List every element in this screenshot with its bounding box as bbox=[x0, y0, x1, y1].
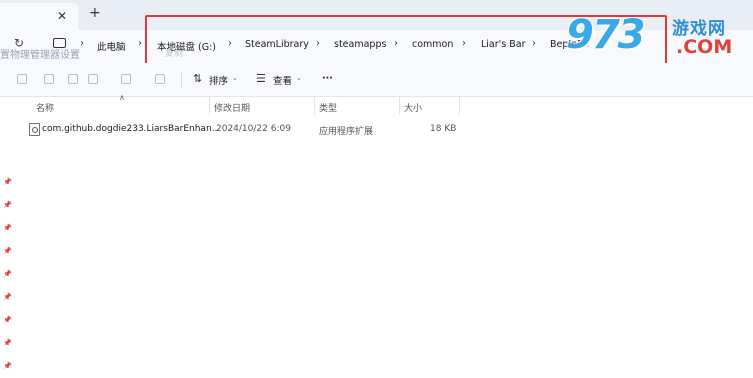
column-divider[interactable] bbox=[399, 97, 400, 115]
site-watermark: 973 游戏网 .COM bbox=[566, 12, 746, 70]
dll-file-icon bbox=[29, 123, 40, 136]
watermark-number: 973 bbox=[566, 12, 645, 58]
more-options-button[interactable]: ··· bbox=[322, 73, 333, 84]
breadcrumb-this-pc[interactable]: 此电脑 bbox=[97, 39, 126, 53]
delete-icon[interactable] bbox=[155, 74, 165, 84]
sort-icon[interactable]: ⇅ bbox=[193, 72, 202, 85]
monitor-icon[interactable] bbox=[53, 38, 66, 48]
close-tab-icon[interactable]: ✕ bbox=[57, 9, 67, 23]
pin-icon[interactable]: 📌 bbox=[3, 224, 12, 232]
command-separator bbox=[181, 72, 182, 88]
sort-button[interactable]: 排序 bbox=[209, 73, 228, 87]
refresh-icon[interactable]: ↻ bbox=[14, 36, 24, 50]
ghost-text: 置物理管理器设置 bbox=[0, 50, 80, 61]
watermark-com: .COM bbox=[676, 36, 733, 58]
pin-icon[interactable]: 📌 bbox=[3, 316, 12, 324]
paste-icon[interactable] bbox=[68, 74, 78, 84]
breadcrumb-separator[interactable]: › bbox=[80, 38, 84, 49]
pin-icon[interactable]: 📌 bbox=[3, 178, 12, 186]
column-divider[interactable] bbox=[314, 97, 315, 115]
pin-icon[interactable]: 📌 bbox=[3, 247, 12, 255]
pin-icon[interactable]: 📌 bbox=[3, 201, 12, 209]
chevron-down-icon[interactable]: ⌄ bbox=[232, 74, 238, 82]
file-modified: 2024/10/22 6:09 bbox=[216, 124, 291, 134]
new-icon[interactable] bbox=[17, 74, 27, 84]
copy-icon[interactable] bbox=[44, 74, 54, 84]
column-header-type[interactable]: 类型 bbox=[319, 101, 337, 114]
pin-icon[interactable]: 📌 bbox=[3, 362, 12, 370]
new-tab-icon[interactable]: + bbox=[89, 5, 101, 21]
current-tab[interactable]: ✕ bbox=[0, 3, 78, 30]
file-size: 18 KB bbox=[430, 124, 457, 134]
pin-icon[interactable]: 📌 bbox=[3, 339, 12, 347]
column-header-size[interactable]: 大小 bbox=[404, 101, 422, 114]
share-icon[interactable] bbox=[121, 74, 131, 84]
breadcrumb-separator[interactable]: › bbox=[138, 38, 142, 49]
view-button[interactable]: 查看 bbox=[273, 73, 292, 87]
column-divider[interactable] bbox=[209, 97, 210, 115]
view-icon[interactable]: ☰ bbox=[256, 72, 266, 85]
pin-icon[interactable]: 📌 bbox=[3, 270, 12, 278]
sort-up-icon: ∧ bbox=[119, 93, 125, 102]
pin-icon[interactable]: 📌 bbox=[3, 293, 12, 301]
column-header-modified[interactable]: 修改日期 bbox=[214, 101, 250, 114]
rename-icon[interactable] bbox=[88, 74, 98, 84]
command-bar: ⇅ 排序 ⌄ ☰ 查看 ⌄ ··· bbox=[0, 63, 753, 97]
file-name[interactable]: com.github.dogdie233.LiarsBarEnhan... bbox=[42, 124, 220, 134]
column-divider[interactable] bbox=[459, 97, 460, 115]
chevron-down-icon[interactable]: ⌄ bbox=[296, 74, 302, 82]
file-type: 应用程序扩展 bbox=[319, 127, 374, 137]
column-header-name[interactable]: 名称 bbox=[36, 101, 54, 114]
